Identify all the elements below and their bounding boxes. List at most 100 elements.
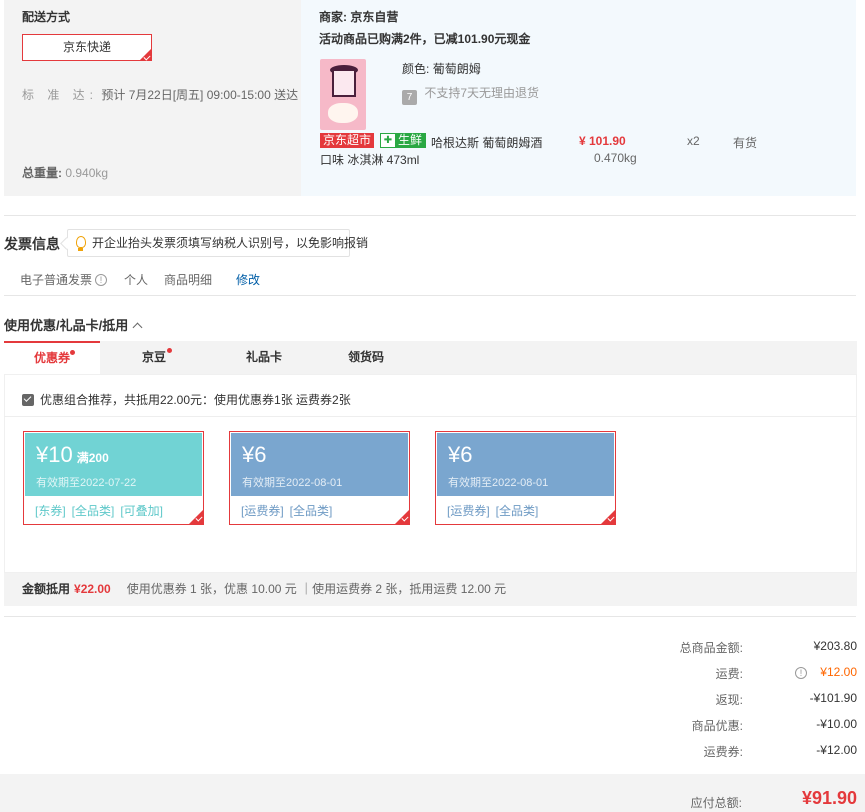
coupon-card[interactable]: ¥10 满200 有效期至2022-07-22 [东券] [全品类] [可叠加] <box>23 431 204 525</box>
invoice-tip: 开企业抬头发票须填写纳税人识别号，以免影响报销 <box>67 229 368 257</box>
payable-bar: 应付总额: ¥91.90 <box>0 774 865 812</box>
invoice-holder: 个人 <box>124 273 149 287</box>
merchant-row: 商家: 京东自营 <box>319 8 398 25</box>
invoice-tip-text: 开企业抬头发票须填写纳税人识别号，以免影响报销 <box>92 236 369 250</box>
total-goods-label: 总商品金额: <box>679 641 743 655</box>
discount-label: 商品优惠: <box>691 719 743 733</box>
tab-coupons-label: 优惠券 <box>33 351 70 365</box>
freight-coupon-row: 运费券: -¥12.00 <box>600 743 857 761</box>
coupon-summary-detail: 使用优惠券 1 张，优惠 10.00 元 ｜使用运费券 2 张，抵用运费 12.… <box>126 582 507 596</box>
payable-label: 应付总额: <box>690 796 742 810</box>
invoice-details: 电子普通发票 ! 个人 商品明细 修改 <box>20 271 260 288</box>
info-icon[interactable]: ! <box>95 273 108 286</box>
total-weight-label: 总重量: <box>22 166 62 180</box>
freight-value: ¥12.00 <box>820 665 857 679</box>
eta-value: 预计 7月22日[周五] 09:00-15:00 送达 <box>101 88 299 102</box>
tab-pickup-code[interactable]: 领货码 <box>316 341 416 374</box>
divider <box>4 295 856 296</box>
new-dot-icon <box>70 350 75 355</box>
product-weight: 0.470kg <box>594 151 637 165</box>
coupon-tag: [全品类] <box>71 504 115 518</box>
eta-label: 标 准 达: <box>22 88 99 102</box>
lightbulb-icon <box>76 236 86 251</box>
return-policy: 7 不支持7天无理由退货 <box>402 84 539 105</box>
coupon-amount: ¥6 <box>242 442 267 467</box>
cashback-value: -¥101.90 <box>809 691 857 705</box>
total-weight: 总重量: 0.940kg <box>22 164 108 181</box>
coupon-expiry: 有效期至2022-08-01 <box>242 477 343 489</box>
fresh-tag: ✚ 生鲜 <box>380 133 427 148</box>
product-name-line2[interactable]: 口味 冰淇淋 473ml <box>320 151 419 168</box>
product-price: ¥ 101.90 <box>579 134 626 148</box>
shipping-method-option[interactable]: 京东快递 <box>22 34 152 61</box>
freight-coupon-label: 运费券: <box>703 745 743 759</box>
cashback-row: 返现: -¥101.90 <box>600 691 857 709</box>
selected-check-icon <box>189 510 203 524</box>
promo-text: 活动商品已购满2件，已减101.90元现金 <box>319 32 531 46</box>
total-goods-value: ¥203.80 <box>813 639 857 653</box>
coupon-tabs: 优惠券 京豆 礼品卡 领货码 <box>4 341 857 374</box>
divider <box>4 616 856 617</box>
shipping-method-label: 京东快递 <box>62 40 111 54</box>
coupon-summary-label: 金额抵用 <box>22 582 71 596</box>
coupon-tags: [东券] [全品类] [可叠加] <box>35 502 169 519</box>
coupon-tag: [全品类] <box>495 504 539 518</box>
discount-value: -¥10.00 <box>816 717 857 731</box>
freight-label: 运费: <box>715 667 743 681</box>
coupon-summary: 金额抵用 ¥22.00 使用优惠券 1 张，优惠 10.00 元 ｜使用运费券 2 … <box>4 573 857 606</box>
total-goods-row: 总商品金额: ¥203.80 <box>600 639 857 657</box>
merchant-section: 商家: 京东自营 活动商品已购满2件，已减101.90元现金 颜色: 葡萄朗姆 … <box>301 0 856 196</box>
checkbox-checked-icon <box>22 393 34 406</box>
coupon-section-toggle[interactable]: 使用优惠/礼品卡/抵用 <box>4 315 143 334</box>
coupon-expiry: 有效期至2022-07-22 <box>36 477 137 489</box>
divider <box>4 215 856 216</box>
coupon-amount: ¥10 <box>36 442 73 467</box>
selected-check-icon <box>395 510 409 524</box>
fresh-icon: ✚ <box>381 134 395 147</box>
shipping-section: 配送方式 京东快递 标 准 达: 预计 7月22日[周五] 09:00-15:0… <box>4 0 333 196</box>
product-quantity: x2 <box>687 134 700 148</box>
tab-gift-card-label: 礼品卡 <box>245 350 282 364</box>
coupon-card[interactable]: ¥6 有效期至2022-08-01 [运费券] [全品类] <box>229 431 410 525</box>
shipping-section-label: 配送方式 <box>22 10 71 24</box>
total-weight-value: 0.940kg <box>65 166 109 180</box>
info-icon[interactable]: ! <box>795 667 807 679</box>
merchant-name: 京东自营 <box>350 10 399 24</box>
freight-row: 运费: ! ¥12.00 <box>600 665 857 683</box>
coupon-tag: [运费券] <box>241 504 284 518</box>
discount-row: 商品优惠: -¥10.00 <box>600 717 857 735</box>
coupon-tag: [运费券] <box>447 504 490 518</box>
coupon-tags: [运费券] [全品类] <box>447 502 544 519</box>
invoice-title: 发票信息 <box>4 236 60 252</box>
return-policy-text: 不支持7天无理由退货 <box>424 86 540 100</box>
tab-coupons[interactable]: 优惠券 <box>4 341 100 374</box>
invoice-type: 电子普通发票 <box>20 273 93 287</box>
freight-coupon-value: -¥12.00 <box>816 743 857 757</box>
tab-jd-beans[interactable]: 京豆 <box>104 341 204 374</box>
coupon-expiry: 有效期至2022-08-01 <box>448 477 549 489</box>
recommend-combo-text: 优惠组合推荐，共抵用22.00元：使用优惠券1张 运费券2张 <box>40 393 351 407</box>
cashback-label: 返现: <box>715 693 743 707</box>
no-return-icon: 7 <box>402 90 417 105</box>
product-color-value: 葡萄朗姆 <box>432 62 481 76</box>
edit-invoice-link[interactable]: 修改 <box>236 271 260 288</box>
coupon-tags: [运费券] [全品类] <box>241 502 338 519</box>
chevron-up-icon <box>132 322 143 333</box>
product-image[interactable] <box>320 59 366 130</box>
product-name-link[interactable]: 哈根达斯 葡萄朗姆酒 <box>431 134 542 151</box>
jd-supermarket-tag: 京东超市 <box>320 133 375 148</box>
product-color: 颜色: 葡萄朗姆 <box>402 60 481 77</box>
coupon-amount: ¥6 <box>448 442 473 467</box>
payable-value: ¥91.90 <box>801 788 857 808</box>
coupon-tag: [东券] <box>35 504 66 518</box>
fresh-tag-label: 生鲜 <box>395 134 426 147</box>
tab-pickup-code-label: 领货码 <box>347 350 384 364</box>
stock-status: 有货 <box>733 136 758 150</box>
coupon-tag: [全品类] <box>289 504 333 518</box>
delivery-eta: 标 准 达: 预计 7月22日[周五] 09:00-15:00 送达 修改 <box>22 86 333 103</box>
coupon-condition: 满200 <box>76 451 109 465</box>
coupon-card[interactable]: ¥6 有效期至2022-08-01 [运费券] [全品类] <box>435 431 616 525</box>
tab-gift-card[interactable]: 礼品卡 <box>214 341 314 374</box>
recommend-combo-checkbox[interactable]: 优惠组合推荐，共抵用22.00元：使用优惠券1张 运费券2张 <box>22 391 351 408</box>
merchant-label: 商家: <box>319 10 347 24</box>
